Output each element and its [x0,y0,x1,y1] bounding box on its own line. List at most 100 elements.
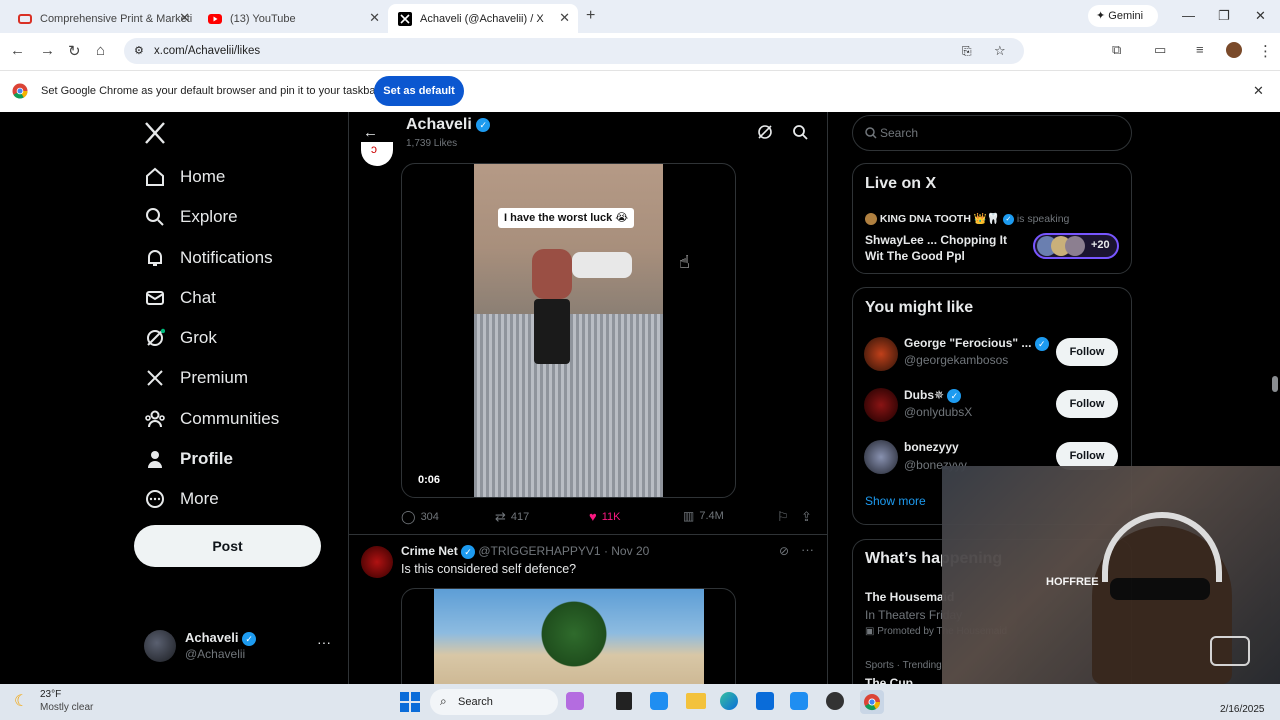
taskbar-app-icon[interactable] [616,692,632,710]
taskbar-app-icon[interactable] [790,692,808,710]
back-icon[interactable]: ← [10,42,25,59]
media-icon[interactable]: ≡ [1196,42,1204,57]
temperature: 23°F [40,689,62,700]
close-window-icon[interactable]: ✕ [1255,8,1266,24]
avatar[interactable] [864,440,898,474]
sidebar-item-grok[interactable]: Grok [144,327,217,349]
space-listeners[interactable]: +20 [1033,233,1119,259]
more-options-icon[interactable]: ··· [317,634,331,650]
sidepanel-icon[interactable]: ▭ [1154,42,1166,58]
suggest-name[interactable]: George "Ferocious" ... ✓ [904,336,1049,351]
minimize-icon[interactable]: — [1182,8,1195,23]
weather-icon[interactable]: ☾ [14,691,28,711]
sidebar-item-chat[interactable]: Chat [144,287,216,309]
views-button[interactable]: ▥ 7.4M [683,509,724,523]
taskbar-search[interactable]: ⌕ Search [430,689,558,715]
live-status: is speaking [1016,213,1070,225]
windows-start-icon[interactable] [400,692,420,715]
edge-icon[interactable] [720,692,738,710]
x-logo-icon[interactable] [144,121,166,150]
search-icon[interactable] [792,124,808,145]
taskbar-app-icon[interactable] [826,692,844,710]
avatar[interactable] [864,388,898,422]
suggest-name[interactable]: bonezyyy [904,440,959,454]
search-box[interactable]: Search [852,115,1132,151]
grok-icon[interactable] [757,124,773,143]
maximize-icon[interactable]: ❐ [1218,8,1230,24]
tab-print[interactable]: Comprehensive Print & Marketi ✕ [8,4,198,33]
tab-youtube[interactable]: (13) YouTube ✕ [198,4,388,33]
grok-icon[interactable]: ⊘ [779,544,789,558]
youtube-icon [208,12,222,26]
bookmark-icon[interactable]: ⚐ [777,509,789,525]
bell-icon [144,247,166,269]
suggest-name[interactable]: Dubs✵ ✓ [904,388,962,403]
reply-icon: ◯ [401,509,416,524]
set-as-default-button[interactable]: Set as default [374,76,464,106]
sidebar-item-more[interactable]: More [144,488,219,510]
show-more-link[interactable]: Show more [865,494,926,508]
sidebar-item-explore[interactable]: Explore [144,206,238,228]
chrome-taskbar-icon[interactable] [860,690,884,714]
post-date[interactable]: · Nov 20 [604,544,649,558]
sidebar-item-profile[interactable]: Profile [144,448,233,470]
follow-button[interactable]: Follow [1056,390,1118,418]
home-icon [144,166,166,188]
post-author[interactable]: Crime Net [401,544,458,558]
scrollbar-thumb[interactable] [1272,376,1278,392]
repost-button[interactable]: ⇄ 417 [495,509,529,525]
site-info-icon[interactable]: ⚙ [134,38,144,64]
avatar[interactable]: ↄ [361,142,393,166]
install-app-icon[interactable]: ⎘ [962,38,972,64]
post-button[interactable]: Post [134,525,321,567]
tab-x-active[interactable]: Achaveli (@Achavelii) / X ✕ [388,4,578,33]
new-tab-icon[interactable]: + [586,7,595,25]
live-host-line: KING DNA TOOTH 👑🦷 ✓ is speaking [865,212,1070,226]
search-icon: ⌕ [440,694,447,708]
listener-count: +20 [1091,239,1110,251]
likes-count: 1,739 Likes [406,138,458,149]
tab-title: (13) YouTube [230,12,296,25]
post-author-line: Crime Net ✓ @TRIGGERHAPPYV1 · Nov 20 [401,544,649,559]
close-tab-icon[interactable]: ✕ [559,10,570,26]
chrome-menu-icon[interactable]: ⋮ [1258,42,1273,60]
verified-badge-icon: ✓ [242,631,257,646]
person-icon [144,448,166,470]
reload-icon[interactable]: ↻ [68,42,81,60]
home-icon[interactable]: ⌂ [96,42,105,59]
space-title[interactable]: ShwayLee ... Chopping It Wit The Good Pp… [865,232,1025,264]
avatar[interactable] [361,546,393,578]
extensions-icon[interactable]: ⧉ [1112,42,1121,58]
address-bar[interactable]: ⚙ x.com/Achavelii/likes ☆ ⎘ [124,38,1024,64]
share-icon[interactable]: ⇪ [801,509,812,525]
bookmark-star-icon[interactable]: ☆ [994,38,1006,64]
reply-button[interactable]: ◯ 304 [401,509,439,525]
sidebar-item-premium[interactable]: Premium [144,367,248,389]
close-tab-icon[interactable]: ✕ [369,10,380,26]
like-button[interactable]: ♥ 11K [589,509,620,524]
close-tab-icon[interactable]: ✕ [179,10,190,26]
post-media[interactable] [401,588,736,684]
profile-avatar[interactable] [1226,42,1242,58]
gemini-button[interactable]: ✦ Gemini [1088,5,1158,27]
sidebar-item-home[interactable]: Home [144,166,225,188]
trend-title[interactable]: The Housemaid [865,590,954,604]
sidebar-item-communities[interactable]: Communities [144,408,279,430]
post-handle[interactable]: @TRIGGERHAPPYV1 [478,544,600,558]
back-arrow-icon[interactable]: ← [363,124,378,141]
account-switcher[interactable]: Achaveli ✓ @Achavelii ··· [134,626,344,666]
forward-icon[interactable]: → [40,42,55,59]
sidebar-item-label: Home [180,167,226,186]
taskbar-app-icon[interactable] [566,692,584,710]
sidebar-item-label: Communities [180,409,280,428]
windows-taskbar: ☾ 23°F Mostly clear ⌕ Search 2/16/2025 [0,684,1280,720]
sidebar-item-notifications[interactable]: Notifications [144,247,273,269]
file-explorer-icon[interactable] [686,693,706,709]
more-options-icon[interactable]: ··· [801,542,814,557]
follow-button[interactable]: Follow [1056,338,1118,366]
avatar[interactable] [864,337,898,371]
store-icon[interactable] [756,692,774,710]
close-infobar-icon[interactable]: ✕ [1253,83,1264,99]
video-player[interactable]: I have the worst luck 😭 0:06 [401,163,736,498]
taskbar-app-icon[interactable] [650,692,668,710]
